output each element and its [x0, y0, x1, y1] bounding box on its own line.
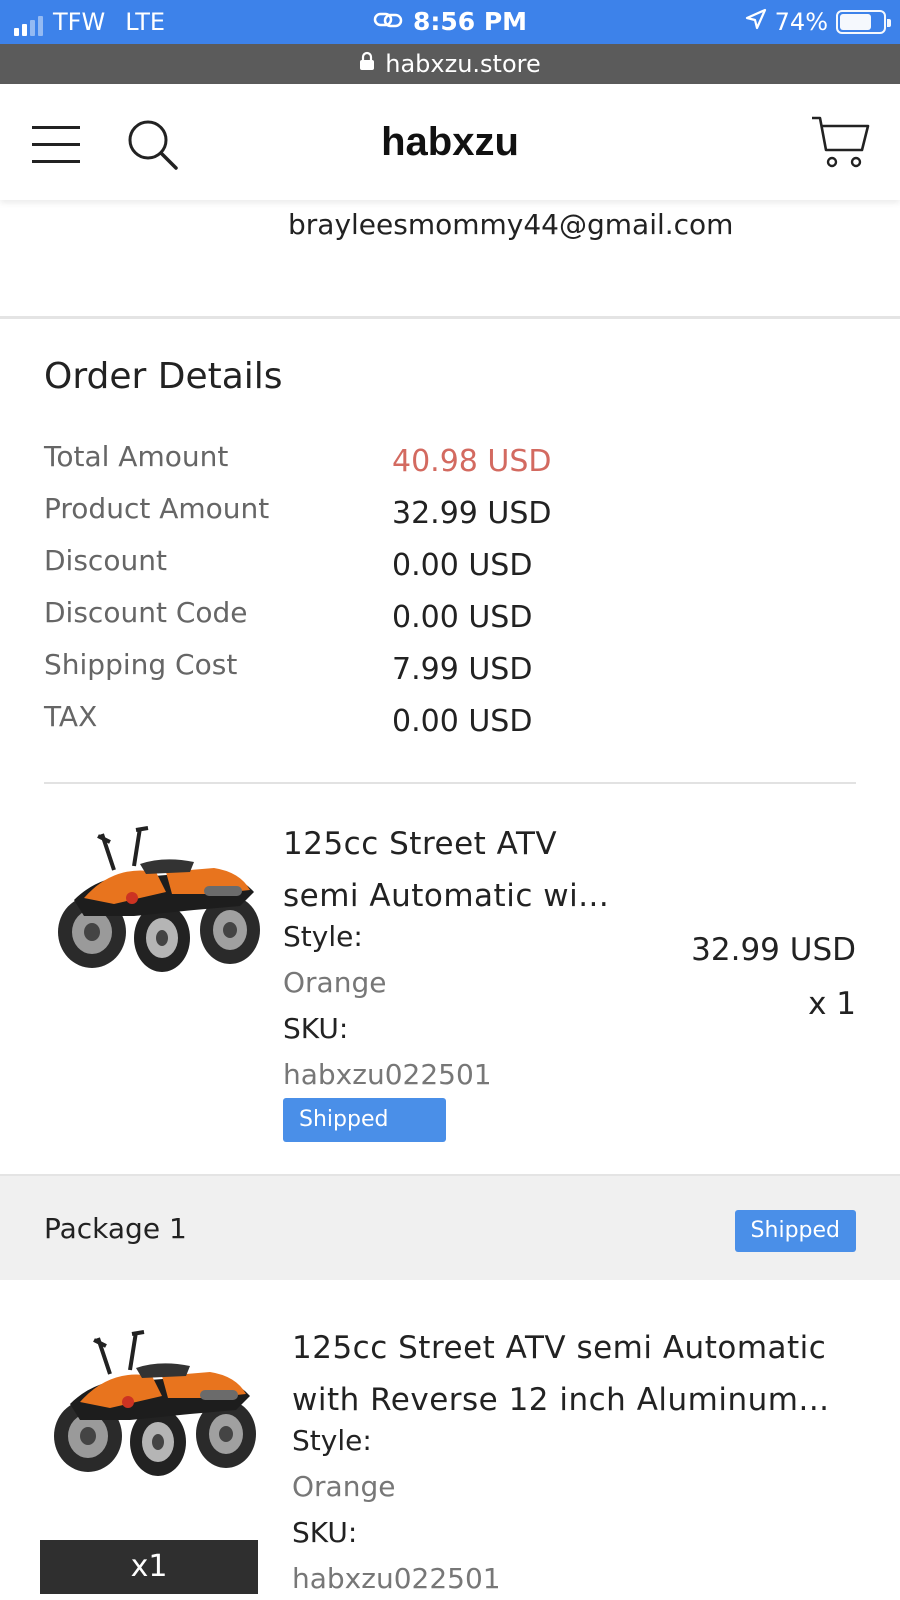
package-product-title[interactable]: 125cc Street ATV semi Automatic with Rev… [292, 1322, 830, 1426]
location-arrow-icon [745, 8, 767, 36]
detail-label: Product Amount [44, 492, 270, 525]
package-product-image[interactable] [40, 1324, 262, 1484]
detail-row-shipping-cost: Shipping Cost 7.99 USD [44, 648, 854, 700]
address-bar[interactable]: habxzu.store [0, 44, 900, 84]
detail-label: TAX [44, 700, 98, 733]
detail-value: 0.00 USD [392, 548, 533, 583]
detail-value: 7.99 USD [392, 652, 533, 687]
product-meta: Style: Orange SKU: habxzu022501 [283, 914, 492, 1098]
detail-row-discount-code: Discount Code 0.00 USD [44, 596, 854, 648]
customer-email: brayleesmommy44@gmail.com [288, 208, 734, 241]
detail-row-tax: TAX 0.00 USD [44, 700, 854, 752]
package-header: Package 1 Shipped [0, 1174, 900, 1280]
status-right: 74% [745, 8, 891, 36]
shipped-status-button[interactable]: Shipped [283, 1098, 446, 1142]
detail-row-product-amount: Product Amount 32.99 USD [44, 492, 854, 544]
clock: 8:56 PM [412, 7, 528, 36]
style-value: Orange [292, 1470, 396, 1503]
item-price: 32.99 USD [691, 932, 856, 968]
battery-icon [836, 10, 891, 34]
divider [44, 782, 856, 784]
divider [0, 316, 900, 319]
sku-label: SKU: [283, 1012, 349, 1045]
cart-icon[interactable] [810, 114, 870, 170]
detail-label: Discount [44, 544, 167, 577]
detail-row-discount: Discount 0.00 USD [44, 544, 854, 596]
site-header: habxzu [0, 84, 900, 200]
package-status-badge[interactable]: Shipped [734, 1210, 856, 1252]
style-value: Orange [283, 966, 387, 999]
site-logo[interactable]: habxzu [0, 120, 900, 165]
sku-value: habxzu022501 [292, 1562, 501, 1595]
detail-row-total: Total Amount 40.98 USD [44, 440, 854, 492]
style-label: Style: [292, 1424, 372, 1457]
item-quantity: x 1 [808, 986, 856, 1022]
package-item-quantity: x1 [40, 1540, 258, 1594]
status-bar: TFW LTE 8:56 PM 74% [0, 0, 900, 44]
battery-level [840, 14, 872, 30]
detail-value: 32.99 USD [392, 496, 552, 531]
order-details-title: Order Details [44, 356, 283, 397]
detail-value: 0.00 USD [392, 704, 533, 739]
style-label: Style: [283, 920, 363, 953]
detail-label: Total Amount [44, 440, 229, 473]
order-details-table: Total Amount 40.98 USD Product Amount 32… [44, 440, 854, 752]
url-text: habxzu.store [385, 50, 541, 78]
detail-label: Discount Code [44, 596, 248, 629]
package-product-meta: Style: Orange SKU: habxzu022501 [292, 1418, 501, 1600]
package-label: Package 1 [44, 1212, 187, 1245]
detail-label: Shipping Cost [44, 648, 238, 681]
detail-value: 0.00 USD [392, 600, 533, 635]
product-title[interactable]: 125cc Street ATV semi Automatic wi... [283, 818, 609, 922]
product-image[interactable] [44, 820, 266, 980]
detail-value-total: 40.98 USD [392, 444, 552, 479]
link-icon [373, 7, 403, 35]
sku-label: SKU: [292, 1516, 358, 1549]
battery-percent: 74% [774, 8, 828, 36]
sku-value: habxzu022501 [283, 1058, 492, 1091]
lock-icon [359, 43, 375, 83]
package-title-line1: 125cc Street ATV semi Automatic [292, 1330, 827, 1366]
product-title-line1: 125cc Street ATV [283, 826, 558, 862]
